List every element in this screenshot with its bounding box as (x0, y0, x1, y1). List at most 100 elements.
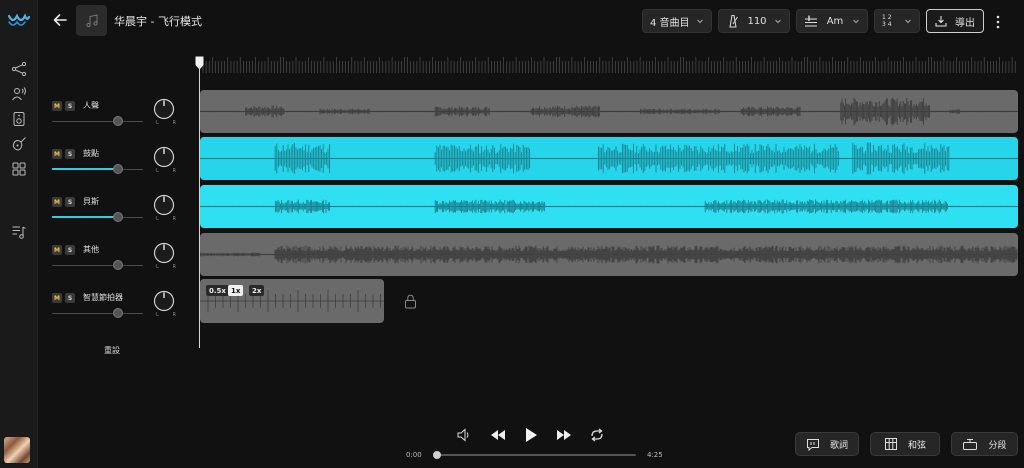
tempo-value: 110 (747, 15, 767, 27)
pan-lr-label: LR (156, 216, 176, 222)
pan-knob[interactable] (153, 242, 175, 264)
export-label: 導出 (955, 17, 975, 29)
volume-fill (52, 168, 118, 170)
bass-lane[interactable] (200, 185, 1018, 228)
vocal-lane[interactable] (200, 90, 1018, 133)
tempo-select[interactable]: 110 (718, 9, 790, 33)
progress-bar[interactable] (436, 454, 636, 456)
track-name: 其他 (83, 245, 99, 254)
voice-icon[interactable] (9, 84, 29, 104)
tracks-select[interactable]: 4 音曲目 (642, 9, 712, 33)
mute-button[interactable]: M (52, 149, 62, 159)
rewind-icon[interactable] (489, 426, 507, 444)
volume-knob[interactable] (113, 212, 123, 222)
volume-knob[interactable] (113, 308, 123, 318)
reset-button[interactable]: 重設 (104, 345, 120, 356)
track-control-row: M S 鼓點 L R (52, 146, 182, 189)
volume-knob[interactable] (113, 164, 123, 174)
solo-button[interactable]: S (65, 197, 75, 207)
chords-button[interactable]: 和弦 (870, 432, 940, 456)
more-icon[interactable] (996, 14, 1000, 29)
track-control-row: M S 人聲 L R (52, 98, 182, 141)
track-name: 人聲 (83, 101, 99, 110)
app-window: 华晨宇 - 飞行模式 4 音曲目 110 Am 1 2 3 4 導出 M S 人… (0, 0, 1024, 468)
logo-icon[interactable] (7, 10, 31, 30)
drums-lane[interactable] (200, 137, 1018, 180)
lyrics-icon (806, 438, 819, 451)
speaker-icon[interactable] (9, 109, 29, 129)
time-signature-select[interactable]: 1 2 3 4 (874, 9, 920, 33)
speed-1x-button[interactable]: 1x (228, 285, 244, 296)
progress-knob[interactable] (433, 451, 441, 459)
volume-knob[interactable] (113, 116, 123, 126)
volume-knob[interactable] (113, 260, 123, 270)
other-lane[interactable] (200, 233, 1018, 276)
left-sidebar (0, 0, 38, 468)
export-icon (935, 16, 947, 27)
share-icon[interactable] (9, 59, 29, 79)
volume-slider[interactable] (52, 265, 143, 266)
lyrics-label: 歌詞 (829, 440, 848, 451)
play-icon[interactable] (522, 426, 540, 444)
export-button[interactable]: 導出 (926, 9, 984, 33)
avatar[interactable] (4, 437, 30, 463)
solo-button[interactable]: S (65, 149, 75, 159)
mute-button[interactable]: M (52, 293, 62, 303)
track-name: 鼓點 (83, 149, 99, 158)
key-value: Am (826, 15, 844, 27)
track-control-row: M S 其他 L R (52, 242, 182, 285)
pan-lr-label: LR (156, 168, 176, 174)
volume-slider[interactable] (52, 121, 143, 122)
speed-0-5x-button[interactable]: 0.5x (206, 285, 229, 296)
mute-button[interactable]: M (52, 245, 62, 255)
chevron-down-icon (905, 19, 911, 24)
grid-icon[interactable] (9, 159, 29, 179)
playlist-icon[interactable] (9, 222, 29, 242)
mute-button[interactable]: M (52, 101, 62, 111)
loop-icon[interactable] (588, 426, 606, 444)
volume-fill (52, 216, 118, 218)
speed-2x-button[interactable]: 2x (249, 285, 265, 296)
speed-label: 1x (231, 286, 241, 295)
volume-slider[interactable] (52, 313, 143, 314)
speed-label: 0.5x (209, 286, 226, 295)
pan-knob[interactable] (153, 194, 175, 216)
timeline-ruler[interactable] (200, 55, 1018, 73)
time-signature: 1 2 3 4 (882, 14, 892, 28)
tracks-select-label: 4 音曲目 (650, 17, 690, 29)
sections-label: 分段 (988, 440, 1007, 451)
time-signature-bottom: 3 4 (882, 21, 892, 28)
sections-button[interactable]: 分段 (951, 432, 1018, 456)
track-name: 貝斯 (83, 197, 99, 206)
guitar-icon[interactable] (9, 134, 29, 154)
sections-icon (963, 438, 978, 450)
pan-knob[interactable] (153, 146, 175, 168)
top-toolbar: 华晨宇 - 飞行模式 4 音曲目 110 Am 1 2 3 4 導出 (38, 0, 1024, 44)
solo-button[interactable]: S (65, 245, 75, 255)
pan-lr-label: LR (156, 312, 176, 318)
key-select[interactable]: Am (796, 9, 868, 33)
track-name: 智慧節拍器 (83, 293, 123, 302)
lyrics-button[interactable]: 歌詞 (795, 432, 859, 456)
tuner-icon (805, 15, 817, 27)
solo-button[interactable]: S (65, 293, 75, 303)
back-icon[interactable] (52, 12, 68, 28)
current-time: 0:00 (406, 451, 422, 459)
forward-icon[interactable] (555, 426, 573, 444)
song-title: 华晨宇 - 飞行模式 (114, 15, 202, 28)
pan-knob[interactable] (153, 98, 175, 120)
metronome-icon (729, 15, 738, 28)
chevron-down-icon (696, 19, 703, 24)
chords-icon (884, 438, 897, 450)
volume-icon[interactable] (455, 426, 473, 444)
mute-button[interactable]: M (52, 197, 62, 207)
chevron-down-icon (853, 19, 859, 24)
pan-lr-label: LR (156, 120, 176, 126)
music-note-icon (85, 13, 98, 27)
track-control-row: M S 貝斯 L R (52, 194, 182, 237)
metronome-lane[interactable]: 0.5x 1x 2x (200, 279, 384, 323)
chevron-down-icon (775, 19, 781, 24)
lock-icon[interactable] (404, 294, 417, 309)
pan-knob[interactable] (153, 290, 175, 312)
solo-button[interactable]: S (65, 101, 75, 111)
